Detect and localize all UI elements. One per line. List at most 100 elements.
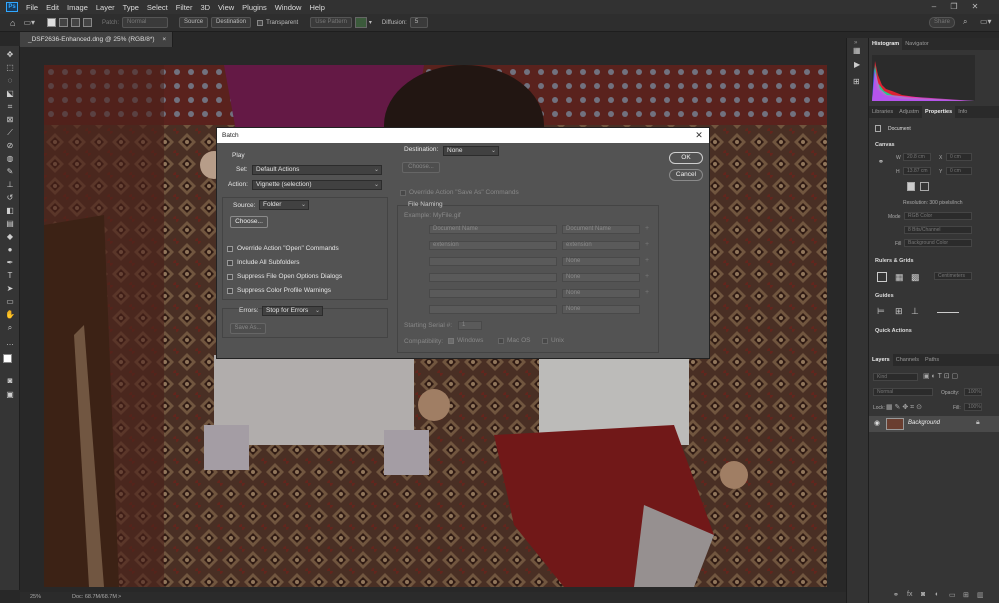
layer-filter-kind[interactable]: Kind bbox=[873, 373, 918, 381]
new-layer-icon[interactable]: ⊞ bbox=[963, 591, 969, 599]
move-tool-icon[interactable]: ✥ bbox=[4, 50, 16, 59]
errors-save-as-button[interactable]: Save As... bbox=[230, 323, 266, 334]
more-tools-icon[interactable]: … bbox=[4, 338, 16, 347]
destination-choose-button[interactable]: Choose... bbox=[402, 162, 440, 173]
source-choose-button[interactable]: Choose... bbox=[230, 216, 268, 228]
tab-channels[interactable]: Channels bbox=[893, 354, 922, 366]
tab-libraries[interactable]: Libraries bbox=[869, 106, 896, 118]
guides-heading[interactable]: Guides bbox=[875, 293, 894, 299]
new-selection-icon[interactable] bbox=[47, 18, 57, 27]
add-selection-icon[interactable] bbox=[59, 18, 69, 27]
naming-select-2[interactable]: extension bbox=[562, 241, 640, 250]
document-tab[interactable]: _DSF2636-Enhanced.dng @ 25% (RGB/8*) × bbox=[20, 32, 174, 47]
menu-help[interactable]: Help bbox=[305, 3, 328, 12]
include-subfolders-checkbox[interactable] bbox=[227, 260, 233, 266]
zoom-level[interactable]: 25% bbox=[30, 592, 41, 603]
set-select[interactable]: Default Actions ⌄ bbox=[252, 165, 382, 175]
ok-button[interactable]: OK bbox=[669, 152, 703, 164]
transparent-checkbox[interactable] bbox=[257, 19, 264, 26]
fill-select[interactable]: Background Color bbox=[904, 239, 972, 247]
suppress-profile-checkbox[interactable] bbox=[227, 288, 233, 294]
zoom-tool-icon[interactable]: ⌕ bbox=[4, 323, 16, 332]
opacity-field[interactable]: 100% bbox=[964, 388, 982, 396]
height-field[interactable]: 13.87 cm bbox=[903, 167, 931, 175]
tab-histogram[interactable]: Histogram bbox=[869, 38, 903, 50]
guide-align-icon[interactable]: ⊨ bbox=[877, 306, 885, 317]
mode-select[interactable]: RGB Color bbox=[904, 212, 972, 220]
override-save-as-checkbox[interactable] bbox=[400, 190, 406, 196]
adjustment-icon[interactable]: ◐ bbox=[935, 591, 939, 598]
naming-field-5[interactable] bbox=[429, 289, 557, 298]
naming-select-3[interactable]: None bbox=[562, 257, 640, 266]
crop-tool-icon[interactable]: ⌗ bbox=[4, 102, 16, 111]
naming-field-4[interactable] bbox=[429, 273, 557, 282]
status-arrow-icon[interactable]: > bbox=[118, 592, 121, 603]
naming-select-5[interactable]: None bbox=[562, 289, 640, 298]
healing-brush-tool-icon[interactable]: ⊘ bbox=[4, 141, 16, 150]
intersect-selection-icon[interactable] bbox=[83, 18, 93, 27]
eye-icon[interactable]: ◉ bbox=[874, 419, 880, 427]
fx-icon[interactable]: fx bbox=[907, 591, 912, 598]
guide-lock-icon[interactable]: ⊥ bbox=[911, 306, 919, 317]
destination-button[interactable]: Destination bbox=[211, 17, 252, 28]
naming-select-1[interactable]: Document Name bbox=[562, 225, 640, 234]
use-pattern-button[interactable]: Use Pattern bbox=[310, 17, 352, 28]
hand-tool-icon[interactable]: ✋ bbox=[4, 310, 16, 319]
maximize-icon[interactable]: ❐ bbox=[945, 0, 963, 14]
search-icon[interactable]: ⌕ bbox=[963, 17, 967, 27]
tab-navigator[interactable]: Navigator bbox=[902, 38, 932, 50]
menu-file[interactable]: File bbox=[22, 3, 42, 12]
portrait-icon[interactable] bbox=[907, 182, 915, 191]
menu-plugins[interactable]: Plugins bbox=[238, 3, 271, 12]
landscape-icon[interactable] bbox=[920, 182, 929, 191]
menu-filter[interactable]: Filter bbox=[172, 3, 197, 12]
tool-preset-icon[interactable]: ▭▾ bbox=[23, 18, 35, 27]
destination-select[interactable]: None ⌄ bbox=[443, 146, 499, 156]
cancel-button[interactable]: Cancel bbox=[669, 169, 703, 181]
filter-icons[interactable]: ▣ ◐ T ⊡ ▢ bbox=[923, 372, 958, 380]
blend-mode-select[interactable]: Normal bbox=[873, 388, 933, 396]
errors-select[interactable]: Stop for Errors ⌄ bbox=[262, 306, 323, 316]
trash-icon[interactable]: ▥ bbox=[977, 591, 984, 599]
tab-adjustments[interactable]: Adjustm bbox=[896, 106, 922, 118]
menu-view[interactable]: View bbox=[214, 3, 238, 12]
history-icon[interactable]: ▦ bbox=[853, 46, 861, 55]
naming-field-2[interactable]: extension bbox=[429, 241, 557, 250]
share-button[interactable]: Share bbox=[929, 17, 956, 28]
home-icon[interactable]: ⌂ bbox=[10, 18, 15, 28]
marquee-tool-icon[interactable]: ⬚ bbox=[4, 63, 16, 72]
unix-checkbox[interactable] bbox=[542, 338, 548, 344]
naming-select-6[interactable]: None bbox=[562, 305, 640, 314]
guide-color-line[interactable] bbox=[937, 312, 959, 313]
gradient-tool-icon[interactable]: ▤ bbox=[4, 219, 16, 228]
subtract-selection-icon[interactable] bbox=[71, 18, 81, 27]
menu-window[interactable]: Window bbox=[271, 3, 306, 12]
frame-tool-icon[interactable]: ⊠ bbox=[4, 115, 16, 124]
guide-dist-icon[interactable]: ⊞ bbox=[895, 306, 903, 317]
canvas-heading[interactable]: Canvas bbox=[875, 142, 895, 148]
macos-checkbox[interactable] bbox=[498, 338, 504, 344]
dodge-tool-icon[interactable]: ● bbox=[4, 245, 16, 254]
layer-row-background[interactable]: ◉ Background 🔒︎ bbox=[869, 416, 999, 432]
units-select[interactable]: Centimeters bbox=[934, 272, 972, 280]
layer-fill-field[interactable]: 100% bbox=[964, 403, 982, 411]
tab-layers[interactable]: Layers bbox=[869, 354, 893, 366]
close-tab-icon[interactable]: × bbox=[162, 36, 166, 43]
menu-edit[interactable]: Edit bbox=[42, 3, 63, 12]
menu-layer[interactable]: Layer bbox=[92, 3, 119, 12]
ruler-icon[interactable] bbox=[877, 272, 887, 282]
close-window-icon[interactable]: ✕ bbox=[966, 0, 984, 14]
rectangle-tool-icon[interactable]: ▭ bbox=[4, 297, 16, 306]
quick-mask-icon[interactable]: ◙ bbox=[4, 376, 16, 385]
suppress-open-options-checkbox[interactable] bbox=[227, 274, 233, 280]
patch-tool-icon[interactable]: ◍ bbox=[4, 154, 16, 163]
windows-checkbox[interactable] bbox=[448, 338, 454, 344]
menu-3d[interactable]: 3D bbox=[196, 3, 214, 12]
grid-icon[interactable]: ▦ bbox=[895, 272, 904, 283]
minimize-icon[interactable]: – bbox=[925, 0, 943, 14]
play-icon[interactable]: ▶ bbox=[854, 60, 860, 69]
pen-tool-icon[interactable]: ✒ bbox=[4, 258, 16, 267]
lock-icons[interactable]: ▦ ✎ ✥ ⌗ ⊙ bbox=[886, 403, 922, 412]
clone-stamp-tool-icon[interactable]: ⊥ bbox=[4, 180, 16, 189]
menu-type[interactable]: Type bbox=[119, 3, 143, 12]
